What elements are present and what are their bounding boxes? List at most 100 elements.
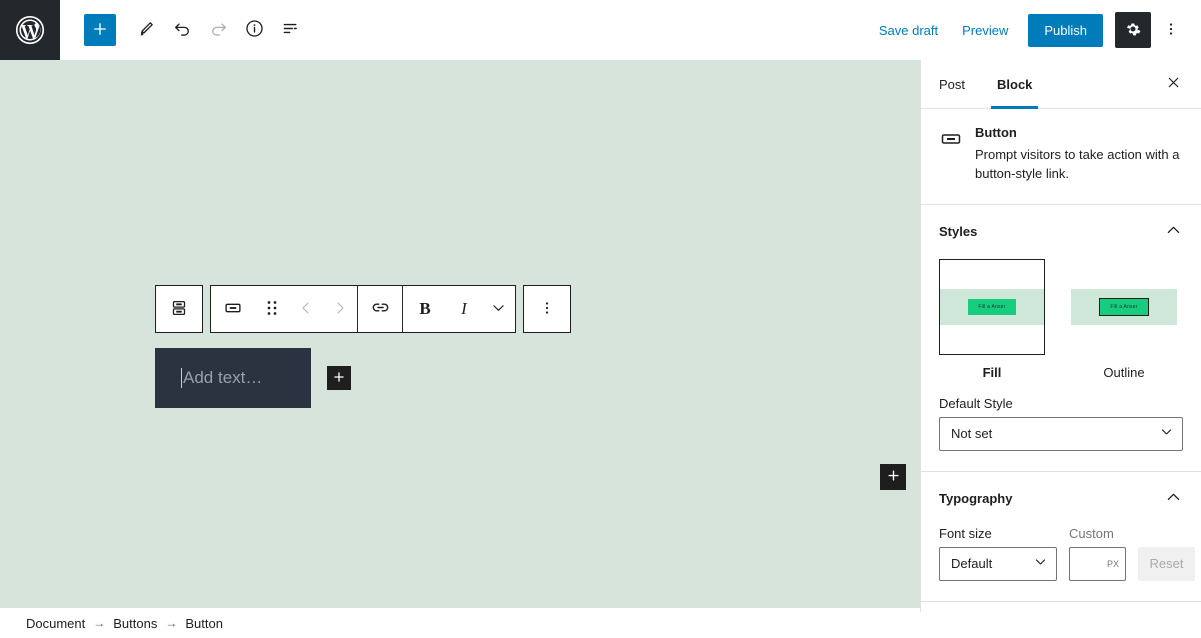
button-block[interactable]: Add text…: [155, 348, 311, 408]
settings-sidebar: Post Block Button Prompt visitors to tak…: [920, 60, 1201, 612]
move-block-right-button[interactable]: [323, 286, 357, 332]
wordpress-logo-icon: [15, 15, 45, 45]
button-block-icon: [939, 125, 963, 184]
toolbar-divider-2: [402, 286, 403, 332]
reset-font-size-button[interactable]: Reset: [1138, 546, 1195, 581]
custom-font-size-input[interactable]: [1069, 546, 1126, 581]
editor-top-bar: Save draft Preview Publish: [0, 0, 1201, 60]
chevron-up-icon: [1164, 488, 1183, 510]
chevron-left-icon: [297, 299, 315, 320]
style-option-label-outline: Outline: [1103, 364, 1145, 380]
italic-label: I: [461, 299, 467, 318]
block-type-button[interactable]: [211, 286, 255, 332]
info-circle-icon: [244, 18, 265, 42]
default-style-field: Default Style Not set: [939, 396, 1183, 451]
block-card-text: Button Prompt visitors to take action wi…: [975, 125, 1183, 184]
bold-label: B: [419, 299, 431, 318]
insert-link-button[interactable]: [358, 286, 402, 332]
chevron-right-icon: [331, 299, 349, 320]
bold-button[interactable]: B: [403, 286, 447, 332]
gear-icon: [1124, 20, 1142, 41]
reset-font-size-field: Reset: [1138, 546, 1195, 581]
publish-button[interactable]: Publish: [1028, 13, 1103, 47]
drag-handle-icon: [264, 299, 280, 320]
style-option-outline[interactable]: Fill a Anser Outline: [1071, 259, 1177, 380]
custom-font-size-label: Custom: [1069, 525, 1114, 541]
parent-block-selector-group: [155, 285, 203, 333]
redo-button[interactable]: [200, 12, 236, 48]
breadcrumb-separator: →: [165, 616, 178, 630]
select-parent-buttons-block-button[interactable]: [157, 286, 201, 332]
default-style-select[interactable]: Not set: [939, 416, 1183, 451]
style-variation-list: Fill a Anser Fill Fill a Anser Outline: [939, 258, 1183, 380]
font-size-field: Font size Default: [939, 526, 1057, 581]
chevron-down-icon: [490, 299, 507, 319]
breadcrumb-item-button[interactable]: Button: [185, 616, 223, 631]
more-rich-text-button[interactable]: [481, 286, 515, 332]
block-move-group: B I: [210, 285, 516, 333]
buttons-block-icon: [168, 297, 190, 322]
close-sidebar-button[interactable]: [1157, 68, 1189, 100]
breadcrumb-item-buttons[interactable]: Buttons: [113, 616, 157, 631]
style-preview-button-label: Fill a Anser: [1099, 297, 1149, 316]
default-style-label: Default Style: [939, 395, 1013, 411]
list-view-icon: [280, 18, 301, 42]
styles-panel-title: Styles: [939, 224, 978, 240]
append-button-block-button[interactable]: [327, 366, 351, 390]
preview-button[interactable]: Preview: [950, 15, 1020, 46]
font-size-label: Font size: [939, 525, 992, 541]
custom-font-size-field: Custom PX: [1069, 526, 1126, 581]
append-block-at-end-button[interactable]: [880, 464, 906, 490]
edit-mode-button[interactable]: [128, 12, 164, 48]
pencil-icon: [136, 19, 156, 42]
block-card-title: Button: [975, 125, 1017, 140]
undo-button[interactable]: [164, 12, 200, 48]
settings-button[interactable]: [1115, 12, 1151, 48]
list-view-button[interactable]: [272, 12, 308, 48]
content-info-button[interactable]: [236, 12, 272, 48]
close-icon: [1165, 74, 1182, 94]
italic-button[interactable]: I: [447, 286, 481, 332]
plus-icon: [91, 20, 109, 41]
font-size-select[interactable]: Default: [939, 546, 1057, 581]
styles-panel: Styles Fill a Anser Fill Fill a Anser Ou…: [921, 205, 1201, 472]
tab-post[interactable]: Post: [921, 60, 981, 108]
redo-arrow-icon: [208, 18, 229, 42]
tab-block[interactable]: Block: [981, 60, 1048, 109]
drag-block-handle[interactable]: [255, 286, 289, 332]
more-options-button[interactable]: [1153, 12, 1189, 48]
wordpress-block-editor: Save draft Preview Publish B I Add text……: [0, 0, 1201, 638]
typography-panel-toggle[interactable]: Typography: [939, 488, 1183, 510]
sidebar-filler: [921, 601, 1201, 612]
kebab-menu-icon: [1162, 20, 1180, 41]
styles-panel-toggle[interactable]: Styles: [939, 221, 1183, 243]
style-preview-outline: Fill a Anser: [1071, 259, 1177, 355]
plus-icon: [886, 468, 901, 486]
undo-arrow-icon: [172, 18, 193, 42]
style-option-label-fill: Fill: [982, 364, 1002, 380]
block-card: Button Prompt visitors to take action wi…: [921, 109, 1201, 205]
chevron-up-icon: [1164, 221, 1183, 243]
kebab-menu-icon: [538, 299, 556, 320]
top-bar-right-actions: Save draft Preview Publish: [867, 12, 1201, 48]
plus-icon: [332, 370, 346, 387]
move-block-left-button[interactable]: [289, 286, 323, 332]
breadcrumb-separator: →: [93, 616, 106, 630]
block-options-group: [523, 285, 571, 333]
breadcrumb: Document → Buttons → Button: [0, 608, 920, 638]
text-caret: [181, 368, 182, 388]
typography-panel-title: Typography: [939, 491, 1013, 507]
block-toolbar: B I: [155, 285, 571, 333]
add-block-button[interactable]: [84, 14, 116, 46]
toolbar-divider-1: [357, 286, 358, 332]
style-preview-fill: Fill a Anser: [939, 258, 1045, 355]
font-size-controls: Font size Default Custom PX Reset: [939, 526, 1195, 581]
block-options-button[interactable]: [525, 286, 569, 332]
button-text-placeholder: Add text…: [183, 368, 263, 387]
save-draft-button[interactable]: Save draft: [867, 15, 950, 46]
style-option-fill[interactable]: Fill a Anser Fill: [939, 258, 1045, 380]
editor-canvas[interactable]: B I Add text…: [0, 60, 920, 608]
breadcrumb-item-document[interactable]: Document: [26, 616, 85, 631]
sidebar-tablist: Post Block: [921, 60, 1201, 109]
wordpress-logo-button[interactable]: [0, 0, 60, 60]
